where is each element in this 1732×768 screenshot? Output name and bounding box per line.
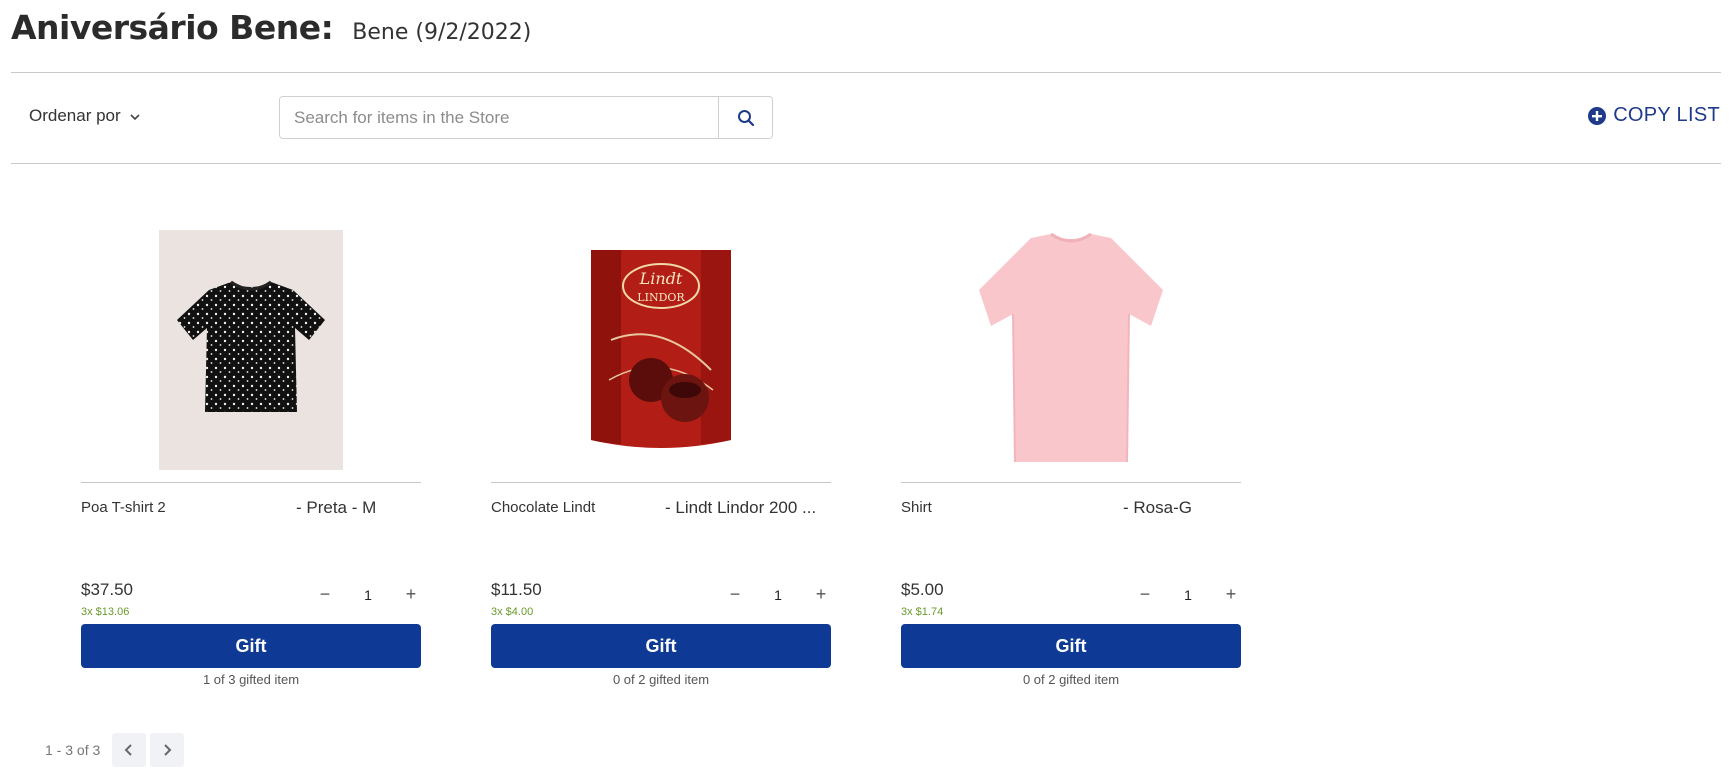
decrease-quantity-button[interactable]: − <box>315 584 335 605</box>
copy-list-button[interactable]: COPY LIST <box>1587 104 1720 127</box>
brand-text: Lindt <box>639 269 683 288</box>
installment-price: 3x $13.06 <box>81 606 130 618</box>
product-card: Lindt LINDOR Chocolate Lindt - Lindt Lin… <box>491 230 831 690</box>
previous-page-button[interactable] <box>112 733 147 767</box>
decrease-quantity-button[interactable]: − <box>725 584 745 605</box>
pagination: 1 - 3 of 3 <box>45 733 188 767</box>
gifted-count: 1 of 3 gifted item <box>202 672 300 687</box>
page-title: Aniversário Bene: <box>11 8 334 47</box>
gift-button[interactable]: Gift <box>81 624 421 668</box>
product-variant: - Rosa-G <box>1123 498 1192 517</box>
product-variant: - Lindt Lindor 200 ... <box>665 498 817 517</box>
installment-price: 3x $1.74 <box>901 606 944 618</box>
toolbar-divider <box>11 163 1721 164</box>
product-name[interactable]: Poa T-shirt 2 <box>81 499 166 516</box>
product-divider <box>491 482 831 483</box>
product-name[interactable]: Shirt <box>901 499 932 516</box>
chevron-down-icon <box>129 110 141 122</box>
search-icon <box>737 109 754 126</box>
product-divider <box>81 482 421 483</box>
product-card: Shirt - Rosa-G $5.00 3x $1.74 − 1 + Gift… <box>901 230 1241 690</box>
plus-circle-icon <box>1588 106 1607 125</box>
chevron-left-icon <box>124 744 132 756</box>
quantity-stepper: − 1 + <box>315 584 421 605</box>
search-input[interactable] <box>280 97 718 138</box>
search-button[interactable] <box>718 97 772 138</box>
gifted-count: 0 of 2 gifted item <box>1022 672 1120 687</box>
quantity-value[interactable]: 1 <box>358 587 378 603</box>
product-image[interactable] <box>81 230 421 482</box>
gifted-count: 0 of 2 gifted item <box>612 672 710 687</box>
decrease-quantity-button[interactable]: − <box>1135 584 1155 605</box>
black-polka-dot-tshirt-image <box>159 230 343 470</box>
quantity-value[interactable]: 1 <box>768 587 788 603</box>
search-bar <box>279 96 773 139</box>
product-variant: - Preta - M <box>296 498 377 517</box>
product-price: $37.50 <box>81 580 133 599</box>
chevron-right-icon <box>164 744 172 756</box>
gift-button[interactable]: Gift <box>901 624 1241 668</box>
pagination-label: 1 - 3 of 3 <box>45 742 101 758</box>
increase-quantity-button[interactable]: + <box>1221 584 1241 605</box>
product-price: $11.50 <box>491 580 542 599</box>
increase-quantity-button[interactable]: + <box>811 584 831 605</box>
quantity-stepper: − 1 + <box>1135 584 1241 605</box>
quantity-stepper: − 1 + <box>725 584 831 605</box>
page-subtitle: Bene (9/2/2022) <box>352 20 532 45</box>
brand-subtext: LINDOR <box>637 291 685 304</box>
pink-tshirt-image <box>951 230 1191 470</box>
product-name[interactable]: Chocolate Lindt <box>491 499 595 516</box>
header-divider <box>11 72 1721 73</box>
product-divider <box>901 482 1241 483</box>
product-card: Poa T-shirt 2 - Preta - M $37.50 3x $13.… <box>81 230 421 690</box>
sort-label: Ordenar por <box>29 106 121 125</box>
page-header: Aniversário Bene: Bene (9/2/2022) <box>11 8 531 48</box>
product-image[interactable] <box>901 230 1241 482</box>
copy-list-label: COPY LIST <box>1613 104 1720 126</box>
installment-price: 3x $4.00 <box>491 606 534 618</box>
quantity-value[interactable]: 1 <box>1178 587 1198 603</box>
product-image[interactable]: Lindt LINDOR <box>491 230 831 482</box>
increase-quantity-button[interactable]: + <box>401 584 421 605</box>
gift-button[interactable]: Gift <box>491 624 831 668</box>
product-price: $5.00 <box>901 580 944 599</box>
next-page-button[interactable] <box>150 733 185 767</box>
sort-dropdown[interactable]: Ordenar por <box>29 106 141 126</box>
lindt-chocolate-box-image: Lindt LINDOR <box>581 230 741 470</box>
